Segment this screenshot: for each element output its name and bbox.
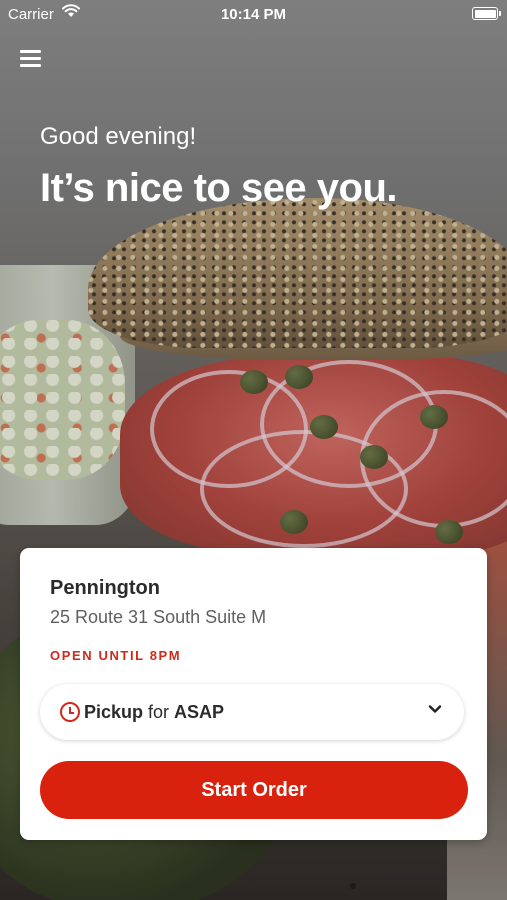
clock-icon <box>60 702 80 722</box>
order-mode-text: Pickup for ASAP <box>84 702 224 723</box>
store-hours-badge: OPEN UNTIL 8PM <box>50 648 182 663</box>
order-mode: Pickup <box>84 702 144 722</box>
welcome-headline: It’s nice to see you. <box>40 166 398 210</box>
chevron-down-icon <box>428 705 442 713</box>
home-screen: Carrier 10:14 PM Good evening! It’s nice… <box>0 0 507 900</box>
start-order-button[interactable]: Start Order <box>40 761 468 819</box>
hamburger-menu-icon[interactable] <box>20 48 42 68</box>
store-address: 25 Route 31 South Suite M <box>50 607 267 627</box>
order-mode-selector[interactable]: Pickup for ASAP <box>40 684 464 740</box>
battery-icon <box>472 7 501 20</box>
store-name: Pennington <box>50 577 160 599</box>
location-card: Pennington 25 Route 31 South Suite M OPE… <box>20 548 487 840</box>
order-mode-connector: for <box>143 702 175 722</box>
clock-time: 10:14 PM <box>220 6 287 23</box>
greeting-text: Good evening! <box>40 123 197 150</box>
page-indicator-dot <box>350 883 356 889</box>
status-bar: Carrier 10:14 PM <box>0 0 507 28</box>
order-time: ASAP <box>174 702 225 722</box>
battery-level <box>474 9 496 18</box>
